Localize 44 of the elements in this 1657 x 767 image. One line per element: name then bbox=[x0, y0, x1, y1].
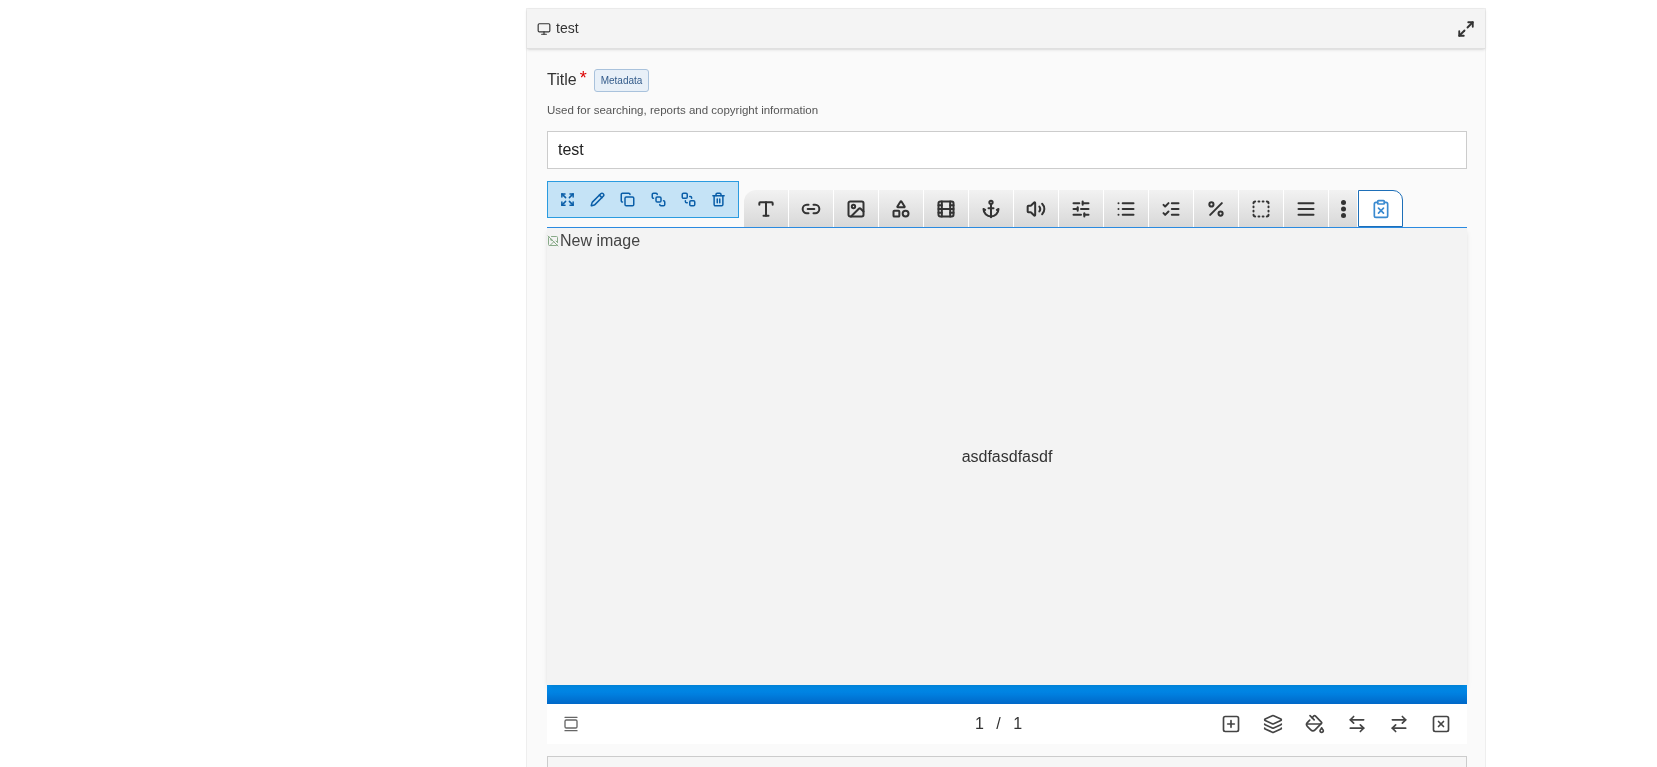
checklist-tool-button[interactable] bbox=[1149, 190, 1194, 228]
film-icon bbox=[936, 198, 956, 219]
speaker-tool-button[interactable] bbox=[1014, 190, 1059, 228]
film-tool-button[interactable] bbox=[924, 190, 969, 228]
delete-page-icon[interactable] bbox=[1431, 714, 1451, 735]
monitor-icon bbox=[537, 21, 551, 36]
dashed-frame-icon bbox=[1251, 198, 1271, 219]
link-tool-button[interactable] bbox=[789, 190, 834, 228]
expand-icon[interactable] bbox=[559, 192, 575, 208]
title-input-field[interactable]: test bbox=[547, 131, 1467, 170]
image-alt-text: New image bbox=[560, 231, 641, 252]
pages-icon[interactable] bbox=[563, 716, 579, 733]
anchor-tool-button[interactable] bbox=[969, 190, 1014, 228]
panel-title: test bbox=[556, 19, 579, 38]
clipboard-tool-button[interactable] bbox=[1358, 190, 1403, 228]
shapes-tool-button[interactable] bbox=[879, 190, 924, 228]
sliders-icon bbox=[1071, 198, 1091, 219]
lines-tool-button[interactable] bbox=[1284, 190, 1329, 228]
more-tool-button[interactable] bbox=[1329, 190, 1358, 228]
field-hint: Used for searching, reports and copyright information bbox=[547, 103, 820, 118]
sliders-tool-button[interactable] bbox=[1059, 190, 1104, 228]
maximize-icon[interactable] bbox=[1457, 19, 1475, 38]
paint-bucket-icon[interactable] bbox=[1305, 714, 1325, 735]
canvas-text: asdfasdfasdf bbox=[961, 446, 1053, 467]
trash-icon[interactable] bbox=[711, 192, 727, 208]
page-indicator: 1 / 1 bbox=[975, 714, 1027, 735]
text-icon bbox=[756, 198, 776, 219]
speaker-icon bbox=[1026, 198, 1046, 219]
fraction-tool-button[interactable] bbox=[1194, 190, 1239, 228]
list-tool-button[interactable] bbox=[1104, 190, 1149, 228]
required-mark: * bbox=[579, 67, 587, 90]
shapes-icon bbox=[891, 198, 911, 219]
more-icon bbox=[1340, 199, 1346, 218]
broken-image-icon bbox=[547, 235, 559, 248]
dashed-frame-tool-button[interactable] bbox=[1239, 190, 1284, 228]
anchor-icon bbox=[981, 198, 1001, 219]
metadata-badge: Metadata bbox=[593, 68, 650, 92]
image-icon bbox=[846, 198, 866, 219]
add-page-icon[interactable] bbox=[1221, 714, 1241, 735]
copy-icon[interactable] bbox=[620, 192, 636, 208]
image-tool-button[interactable] bbox=[834, 190, 879, 228]
text-tool-button[interactable] bbox=[744, 190, 789, 228]
pencil-icon[interactable] bbox=[590, 192, 605, 208]
field-label: Title bbox=[547, 70, 577, 90]
